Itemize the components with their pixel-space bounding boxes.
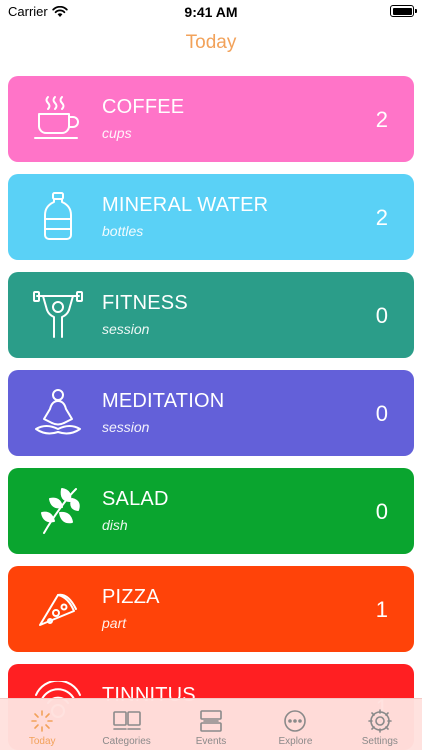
categories-icon [112,711,141,730]
tracker-unit: session [102,419,150,435]
tracker-card-salad[interactable]: SALAD dish 0 [8,468,414,554]
tracker-card-coffee[interactable]: COFFEE cups 2 [8,76,414,162]
tracker-unit: part [102,615,127,631]
tracker-card-pizza[interactable]: PIZZA part 1 [8,566,414,652]
tracker-count: 0 [375,499,388,524]
tracker-unit: dish [102,517,128,533]
tracker-name: MINERAL WATER [102,194,269,216]
page-title: Today [185,32,237,53]
tracker-name: MEDITATION [102,390,225,412]
water-bottle-icon [32,191,84,243]
ellipsis-circle-icon [284,710,307,732]
tab-today[interactable]: Today [0,699,84,750]
battery-icon [390,5,417,17]
meditation-icon [32,387,84,439]
weightlifter-icon [32,289,84,341]
tab-settings[interactable]: Settings [338,699,422,750]
tracker-name: PIZZA [102,586,160,608]
tracker-count: 2 [375,205,388,230]
tab-bar: Today Categories Events Explore Settings [0,698,422,750]
tab-events[interactable]: Events [169,699,253,750]
tab-label: Events [195,736,227,747]
tracker-card-mineral-water[interactable]: MINERAL WATER bottles 2 [8,174,414,260]
tracker-list: COFFEE cups 2 MINERAL WATER bottles 2 FI… [8,76,414,750]
tab-label: Categories [102,736,151,747]
events-list-icon [200,710,222,732]
tracker-unit: cups [102,125,132,141]
pizza-slice-icon [32,583,84,635]
leaf-icon [32,485,84,537]
tracker-unit: bottles [102,223,144,239]
tab-label: Settings [361,736,398,747]
tab-label: Today [28,736,56,747]
tracker-card-meditation[interactable]: MEDITATION session 0 [8,370,414,456]
tab-explore[interactable]: Explore [253,699,337,750]
tracker-name: COFFEE [102,96,185,118]
tracker-name: SALAD [102,488,169,510]
status-time: 9:41 AM [184,4,238,20]
tracker-count: 2 [375,107,388,132]
tab-label: Explore [278,736,313,747]
tracker-count: 0 [375,401,388,426]
status-bar: Carrier 9:41 AM [0,0,422,24]
sun-icon [31,710,54,732]
tracker-count: 1 [375,597,388,622]
tracker-card-fitness[interactable]: FITNESS session 0 [8,272,414,358]
coffee-cup-icon [32,93,84,145]
tracker-name: FITNESS [102,292,188,314]
tracker-count: 0 [375,303,388,328]
tracker-unit: session [102,321,150,337]
tab-categories[interactable]: Categories [84,699,168,750]
gear-icon [368,709,392,733]
